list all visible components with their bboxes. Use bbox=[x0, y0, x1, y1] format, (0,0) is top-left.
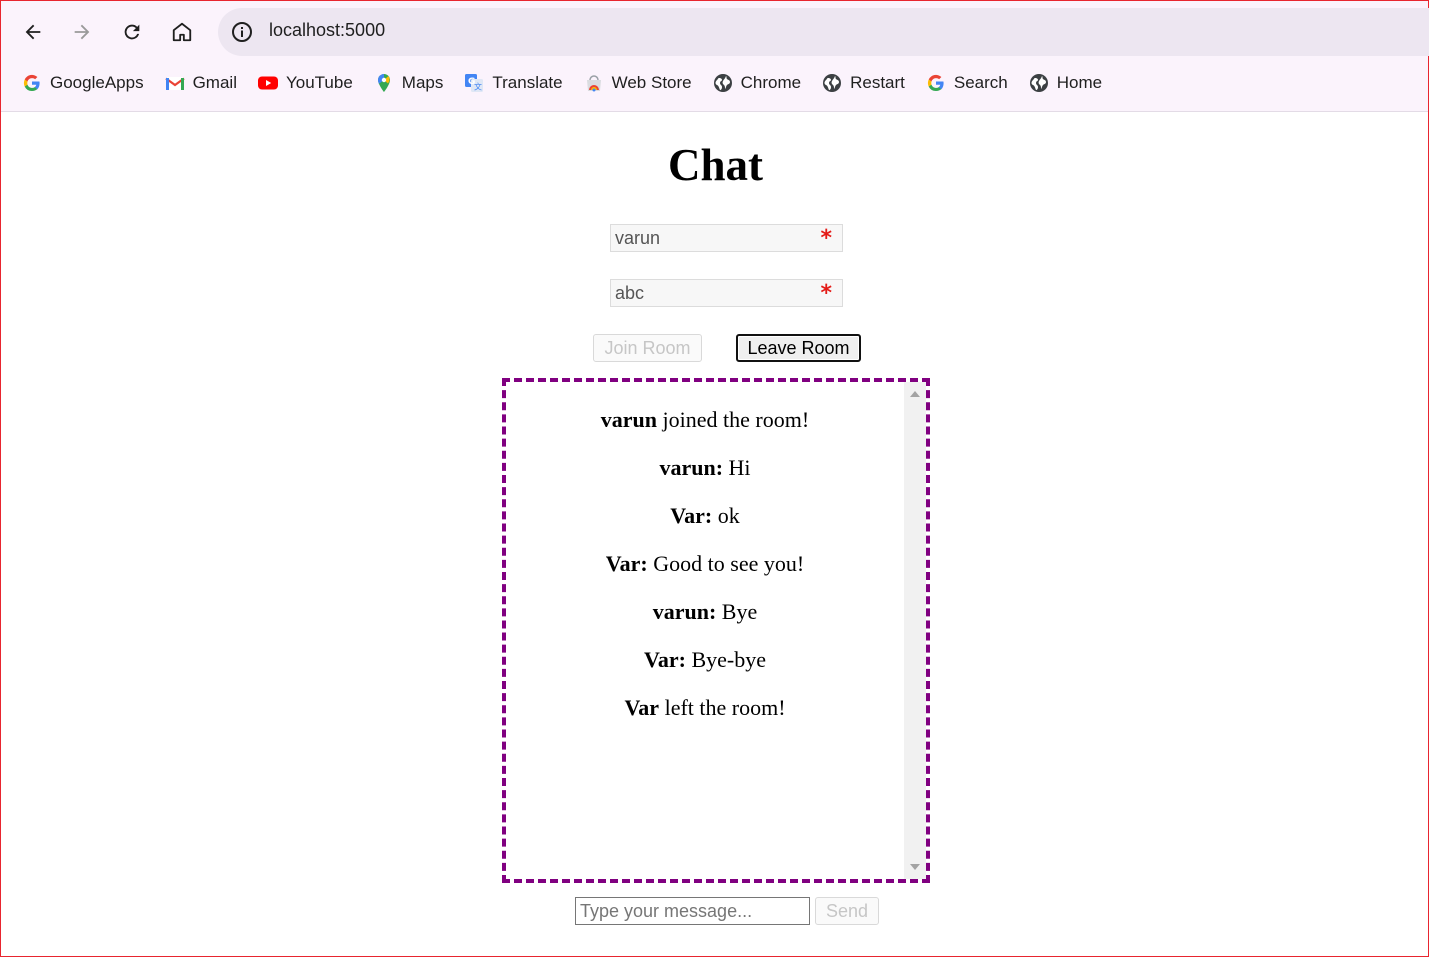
home-icon bbox=[172, 22, 192, 42]
message-text: Hi bbox=[723, 455, 751, 480]
bookmark-label: Home bbox=[1056, 73, 1103, 92]
bookmark-home[interactable]: Home bbox=[1018, 65, 1112, 101]
bookmark-chrome[interactable]: Chrome bbox=[702, 65, 811, 101]
bookmark-label: YouTube bbox=[285, 73, 353, 92]
message-item: Var left the room! bbox=[506, 684, 904, 732]
toolbar-divider bbox=[1, 111, 1428, 112]
reload-button[interactable] bbox=[115, 15, 149, 49]
bookmark-youtube[interactable]: YouTube bbox=[247, 65, 363, 101]
youtube-icon bbox=[257, 72, 279, 94]
chat-messages-box[interactable]: varun joined the room! varun: Hi Var: ok… bbox=[502, 378, 930, 883]
browser-toolbar: localhost:5000 GoogleApps Gmail YouTube … bbox=[1, 1, 1429, 112]
google-g-icon bbox=[21, 72, 43, 94]
message-text: ok bbox=[712, 503, 740, 528]
message-text: joined the room! bbox=[657, 407, 810, 432]
home-button[interactable] bbox=[165, 15, 199, 49]
address-bar[interactable]: localhost:5000 bbox=[218, 8, 1429, 56]
join-room-button[interactable]: Join Room bbox=[593, 334, 702, 362]
bookmark-googleapps[interactable]: GoogleApps bbox=[11, 65, 154, 101]
chat-scrollbar[interactable] bbox=[904, 382, 926, 879]
message-item: varun: Hi bbox=[506, 444, 904, 492]
message-item: varun joined the room! bbox=[506, 396, 904, 444]
bookmark-label: Gmail bbox=[192, 73, 237, 92]
back-button[interactable] bbox=[16, 15, 50, 49]
message-item: Var: ok bbox=[506, 492, 904, 540]
message-sender: varun: bbox=[652, 599, 717, 624]
bookmark-label: Chrome bbox=[740, 73, 802, 92]
scroll-down-arrow-icon[interactable] bbox=[910, 864, 920, 870]
message-text: Bye-bye bbox=[685, 647, 766, 672]
message-sender: Var: bbox=[670, 503, 713, 528]
url-text[interactable]: localhost:5000 bbox=[269, 20, 385, 41]
bookmark-restart[interactable]: Restart bbox=[811, 65, 915, 101]
room-field[interactable]: * bbox=[610, 279, 843, 307]
svg-text:文: 文 bbox=[474, 82, 482, 92]
back-arrow-icon bbox=[25, 24, 41, 40]
message-item: Var: Bye-bye bbox=[506, 636, 904, 684]
message-item: Var: Good to see you! bbox=[506, 540, 904, 588]
required-indicator: * bbox=[820, 281, 832, 306]
bookmark-gmail[interactable]: Gmail bbox=[154, 65, 247, 101]
bookmark-search[interactable]: Search bbox=[915, 65, 1018, 101]
page-title: Chat bbox=[667, 140, 763, 190]
message-sender: Var: bbox=[644, 647, 686, 672]
message-item: varun: Bye bbox=[506, 588, 904, 636]
message-sender: Var: bbox=[605, 551, 648, 576]
username-field[interactable]: * bbox=[610, 224, 843, 252]
message-sender: varun bbox=[600, 407, 658, 432]
maps-pin-icon bbox=[373, 72, 395, 94]
bookmark-label: GoogleApps bbox=[50, 73, 144, 92]
web-store-icon bbox=[583, 72, 605, 94]
globe-icon bbox=[821, 72, 843, 94]
site-info-icon[interactable] bbox=[230, 20, 254, 44]
bookmark-maps[interactable]: Maps bbox=[363, 65, 454, 101]
bookmark-label: Search bbox=[953, 73, 1008, 92]
bookmark-label: Translate bbox=[492, 73, 563, 92]
bookmark-translate[interactable]: G文 Translate bbox=[453, 65, 572, 101]
bookmark-label: Restart bbox=[850, 73, 905, 92]
leave-room-button[interactable]: Leave Room bbox=[736, 334, 861, 362]
globe-icon bbox=[1028, 72, 1050, 94]
bookmark-label: Web Store bbox=[611, 73, 692, 92]
forward-button[interactable] bbox=[65, 15, 99, 49]
message-sender: Var bbox=[624, 695, 660, 720]
gmail-icon bbox=[164, 72, 186, 94]
message-sender: varun: bbox=[659, 455, 724, 480]
message-text: Good to see you! bbox=[647, 551, 805, 576]
scroll-up-arrow-icon[interactable] bbox=[910, 391, 920, 397]
google-g-icon bbox=[925, 72, 947, 94]
message-text: Bye bbox=[716, 599, 758, 624]
message-input[interactable] bbox=[575, 897, 810, 925]
forward-arrow-icon bbox=[74, 24, 90, 40]
bookmark-web-store[interactable]: Web Store bbox=[573, 65, 702, 101]
bookmark-label: Maps bbox=[401, 73, 444, 92]
reload-icon bbox=[124, 24, 140, 40]
translate-icon: G文 bbox=[463, 72, 485, 94]
room-input[interactable] bbox=[611, 280, 809, 306]
globe-icon bbox=[712, 72, 734, 94]
send-button[interactable]: Send bbox=[815, 897, 879, 925]
required-indicator: * bbox=[820, 226, 832, 251]
bookmarks-bar: GoogleApps Gmail YouTube Maps G文 Transla… bbox=[1, 63, 1428, 103]
message-list: varun joined the room! varun: Hi Var: ok… bbox=[506, 382, 904, 879]
message-text: left the room! bbox=[659, 695, 786, 720]
username-input[interactable] bbox=[611, 225, 809, 251]
